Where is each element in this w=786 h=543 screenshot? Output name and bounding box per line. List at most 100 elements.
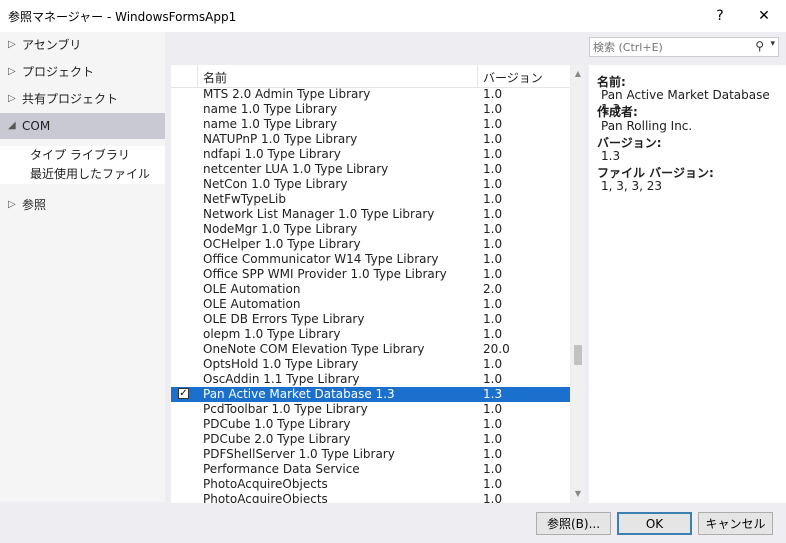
row-version: 1.0 [483, 432, 503, 446]
row-version: 1.0 [483, 207, 503, 221]
com-subitems: タイプ ライブラリ 最近使用したファイル [0, 146, 165, 184]
search-input[interactable] [593, 39, 743, 55]
table-row[interactable]: OLE Automation 2.0 [171, 282, 570, 297]
table-row[interactable]: NetCon 1.0 Type Library 1.0 [171, 177, 570, 192]
column-divider [197, 65, 198, 87]
nav-subitem-type-libraries[interactable]: タイプ ライブラリ [0, 146, 165, 165]
table-row[interactable]: name 1.0 Type Library 1.0 [171, 102, 570, 117]
nav-subitem-recent-files[interactable]: 最近使用したファイル [0, 165, 165, 184]
table-row[interactable]: NetFwTypeLib 1.0 [171, 192, 570, 207]
table-row[interactable]: Performance Data Service 1.0 [171, 462, 570, 477]
collapse-arrow-icon[interactable]: ◢ [8, 113, 16, 139]
table-row[interactable]: Network List Manager 1.0 Type Library 1.0 [171, 207, 570, 222]
browse-button[interactable]: 参照(B)... [536, 512, 611, 535]
row-name: PcdToolbar 1.0 Type Library [203, 402, 368, 416]
table-row[interactable]: name 1.0 Type Library 1.0 [171, 117, 570, 132]
row-name: olepm 1.0 Type Library [203, 327, 341, 341]
row-name: OLE Automation [203, 282, 301, 296]
row-name: name 1.0 Type Library [203, 117, 338, 131]
table-row[interactable]: olepm 1.0 Type Library 1.0 [171, 327, 570, 342]
expand-arrow-icon[interactable]: ▷ [8, 32, 16, 58]
table-row[interactable]: PhotoAcquireObjects 1.0 [171, 477, 570, 492]
table-row[interactable]: OscAddin 1.1 Type Library 1.0 [171, 372, 570, 387]
row-name: NodeMgr 1.0 Type Library [203, 222, 358, 236]
nav-item-projects[interactable]: ▷ プロジェクト [0, 59, 165, 85]
list-scrollbar[interactable]: ▲ ▼ [571, 65, 585, 503]
table-row[interactable]: PhotoAcquireObjects 1.0 [171, 492, 570, 503]
expand-arrow-icon[interactable]: ▷ [8, 192, 16, 218]
row-version: 1.0 [483, 372, 503, 386]
column-divider[interactable] [477, 65, 478, 87]
row-version: 1.0 [483, 192, 503, 206]
row-version: 20.0 [483, 342, 510, 356]
table-row[interactable]: OneNote COM Elevation Type Library 20.0 [171, 342, 570, 357]
nav-item-browse[interactable]: ▷ 参照 [0, 192, 165, 218]
row-name: netcenter LUA 1.0 Type Library [203, 162, 389, 176]
nav-item-com[interactable]: ◢ COM [0, 113, 165, 139]
search-box[interactable]: ⚲ ▾ [589, 37, 779, 57]
table-row[interactable]: Office Communicator W14 Type Library 1.0 [171, 252, 570, 267]
table-row[interactable]: OptsHold 1.0 Type Library 1.0 [171, 357, 570, 372]
nav-item-assemblies[interactable]: ▷ アセンブリ [0, 32, 165, 58]
cancel-button[interactable]: キャンセル [698, 512, 773, 535]
table-row[interactable]: Office SPP WMI Provider 1.0 Type Library… [171, 267, 570, 282]
nav-item-label: プロジェクト [22, 65, 95, 79]
row-version: 1.0 [483, 462, 503, 476]
table-row[interactable]: netcenter LUA 1.0 Type Library 1.0 [171, 162, 570, 177]
search-options-dropdown-icon[interactable]: ▾ [770, 39, 775, 49]
row-name: PDCube 2.0 Type Library [203, 432, 351, 446]
table-row[interactable]: OCHelper 1.0 Type Library 1.0 [171, 237, 570, 252]
row-version: 1.0 [483, 492, 503, 503]
column-header-name[interactable]: 名前 [203, 69, 227, 86]
title-bar: 参照マネージャー - WindowsFormsApp1 ? ✕ [0, 0, 786, 32]
column-header-version[interactable]: バージョン [483, 69, 543, 86]
detail-author-value: Pan Rolling Inc. [601, 119, 693, 133]
nav-panel: ▷ アセンブリ ▷ プロジェクト ▷ 共有プロジェクト ◢ COM タイプ ライ… [0, 32, 165, 502]
row-name: Office Communicator W14 Type Library [203, 252, 439, 266]
nav-item-label: アセンブリ [22, 38, 82, 52]
row-version: 1.0 [483, 252, 503, 266]
scroll-down-icon[interactable]: ▼ [571, 487, 585, 501]
row-version: 1.0 [483, 417, 503, 431]
detail-version-value: 1.3 [601, 149, 621, 163]
close-button[interactable]: ✕ [744, 0, 784, 32]
help-button[interactable]: ? [700, 0, 740, 32]
table-row[interactable]: PcdToolbar 1.0 Type Library 1.0 [171, 402, 570, 417]
table-row[interactable]: OLE DB Errors Type Library 1.0 [171, 312, 570, 327]
scroll-up-icon[interactable]: ▲ [571, 67, 585, 81]
search-icon[interactable]: ⚲ [755, 39, 764, 53]
row-version: 1.0 [483, 267, 503, 281]
row-version: 1.0 [483, 237, 503, 251]
expand-arrow-icon[interactable]: ▷ [8, 86, 16, 112]
detail-file-version-value: 1, 3, 3, 23 [601, 179, 663, 193]
detail-author-label: 作成者: [597, 105, 638, 119]
row-name: PDFShellServer 1.0 Type Library [203, 447, 395, 461]
row-name: OLE DB Errors Type Library [203, 312, 365, 326]
library-list: 名前 バージョン MTS 2.0 Admin Type Library 1.0 na… [171, 65, 570, 503]
table-row[interactable]: ndfapi 1.0 Type Library 1.0 [171, 147, 570, 162]
table-row[interactable]: ✓ Pan Active Market Database 1.3 1.3 [171, 387, 570, 402]
row-version: 1.0 [483, 117, 503, 131]
nav-item-shared-projects[interactable]: ▷ 共有プロジェクト [0, 86, 165, 112]
row-version: 1.0 [483, 327, 503, 341]
row-version: 1.0 [483, 357, 503, 371]
row-name: PDCube 1.0 Type Library [203, 417, 351, 431]
row-version: 1.0 [483, 162, 503, 176]
details-panel: 名前: Pan Active Market Database 1.3 作成者: … [589, 65, 786, 503]
table-row[interactable]: OLE Automation 1.0 [171, 297, 570, 312]
table-row[interactable]: NATUPnP 1.0 Type Library 1.0 [171, 132, 570, 147]
checkbox-checked-icon[interactable]: ✓ [178, 388, 189, 399]
row-name: Performance Data Service [203, 462, 360, 476]
ok-button[interactable]: OK [617, 512, 692, 535]
table-row[interactable]: PDCube 2.0 Type Library 1.0 [171, 432, 570, 447]
scroll-thumb[interactable] [574, 345, 582, 365]
row-version: 1.0 [483, 102, 503, 116]
expand-arrow-icon[interactable]: ▷ [8, 59, 16, 85]
row-version: 1.0 [483, 297, 503, 311]
table-row[interactable]: MTS 2.0 Admin Type Library 1.0 [171, 87, 570, 102]
row-name: MTS 2.0 Admin Type Library [203, 87, 371, 101]
table-row[interactable]: PDFShellServer 1.0 Type Library 1.0 [171, 447, 570, 462]
row-name: Network List Manager 1.0 Type Library [203, 207, 435, 221]
table-row[interactable]: PDCube 1.0 Type Library 1.0 [171, 417, 570, 432]
table-row[interactable]: NodeMgr 1.0 Type Library 1.0 [171, 222, 570, 237]
